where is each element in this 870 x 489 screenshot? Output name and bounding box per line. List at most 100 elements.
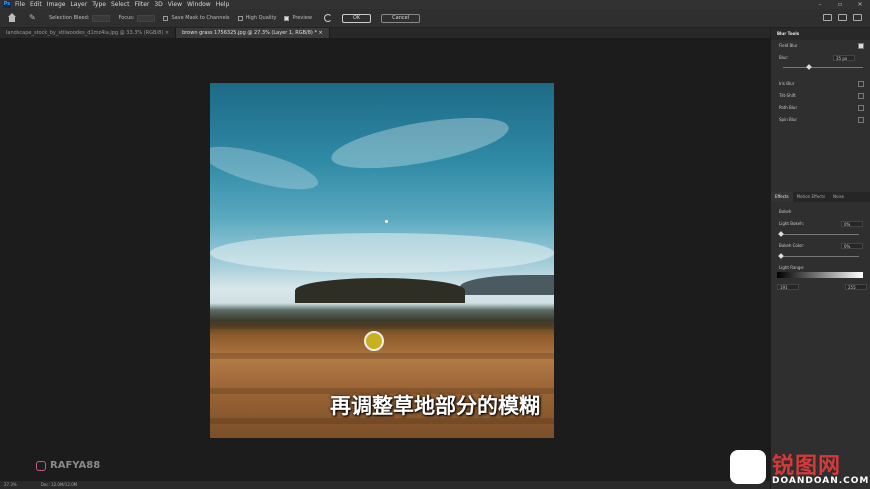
path-blur-row[interactable]: Path Blur (771, 102, 870, 114)
tilt-shift-checkbox[interactable] (858, 93, 864, 99)
menu-type[interactable]: Type (92, 1, 106, 8)
bokeh-row[interactable]: Bokeh (771, 206, 870, 218)
blur-slider-row (771, 64, 870, 72)
light-range-label: Light Range: (779, 265, 805, 270)
light-range-gradient[interactable] (777, 272, 863, 278)
blur-amount-row: Blur: 35 px (771, 52, 870, 64)
blur-amount-label: Blur: (779, 55, 789, 60)
path-blur-label: Path Blur (779, 105, 798, 110)
ok-button[interactable]: OK (341, 13, 372, 23)
blur-amount-input[interactable]: 35 px (833, 55, 855, 61)
cloud (210, 233, 554, 273)
iris-blur-label: Iris Blur (779, 81, 795, 86)
menu-file[interactable]: File (15, 1, 25, 8)
menu-select[interactable]: Select (111, 1, 130, 8)
focus-field[interactable]: Focus: (118, 14, 156, 22)
spin-blur-row[interactable]: Spin Blur (771, 114, 870, 126)
high-quality-checkbox[interactable] (237, 15, 243, 21)
light-range-high-input[interactable]: 255 (845, 284, 867, 290)
bokeh-color-slider-row (771, 252, 870, 262)
search-icon[interactable] (823, 14, 832, 21)
menu-bar: Ps File Edit Image Layer Type Select Fil… (0, 0, 870, 9)
focus-label: Focus: (118, 15, 135, 21)
cancel-button[interactable]: Cancel (381, 13, 421, 23)
minimize-button[interactable]: – (810, 0, 830, 9)
blur-slider[interactable] (783, 64, 863, 70)
high-quality-label: High Quality (245, 15, 277, 21)
blur-ring-cursor-icon[interactable] (364, 331, 384, 351)
cloud (327, 107, 513, 179)
document-image[interactable] (210, 83, 554, 438)
menu-help[interactable]: Help (216, 1, 230, 8)
menu-edit[interactable]: Edit (30, 1, 42, 8)
spin-blur-checkbox[interactable] (858, 117, 864, 123)
effects-tabs: Effects Motion Effects Noise (771, 192, 870, 202)
light-bokeh-label: Light Bokeh: (779, 221, 804, 226)
options-bar: ✎ Selection Bleed: Focus: Save Mask to C… (0, 9, 870, 28)
preview-label: Preview (292, 15, 312, 21)
save-mask-checkbox[interactable] (163, 15, 169, 21)
document-tabs: landscape_stock_by_stilwoodes_d1mz4ia.jp… (0, 28, 770, 38)
doc-size: Doc: 12.0M/12.0M (40, 482, 78, 487)
menu-image[interactable]: Image (47, 1, 66, 8)
grass-texture (210, 353, 554, 359)
close-button[interactable]: ✕ (850, 0, 870, 9)
tilt-shift-label: Tilt-Shift (779, 93, 796, 98)
selection-bleed-input[interactable] (92, 14, 111, 22)
field-blur-checkbox[interactable] (858, 43, 864, 49)
workspace-icon[interactable] (838, 14, 847, 21)
focus-input[interactable] (137, 14, 156, 22)
share-icon[interactable] (853, 14, 862, 21)
light-bokeh-knob[interactable] (778, 231, 784, 237)
pin-tool-icon[interactable]: ✎ (29, 13, 39, 23)
zoom-level[interactable]: 27.3% (4, 481, 17, 489)
high-quality-option[interactable]: High Quality (237, 15, 277, 21)
instagram-watermark: RAFYA88 (36, 460, 100, 471)
window-controls: – ▫ ✕ (810, 0, 870, 9)
light-bokeh-slider[interactable] (778, 231, 859, 237)
field-blur-label: Field Blur (779, 43, 798, 48)
menu-window[interactable]: Window (187, 1, 211, 8)
home-icon[interactable] (7, 13, 17, 23)
light-bokeh-slider-row (771, 230, 870, 240)
bokeh-color-slider[interactable] (778, 253, 859, 259)
selection-bleed-field[interactable]: Selection Bleed: (49, 14, 111, 22)
preview-option[interactable]: Preview (284, 15, 312, 21)
blur-tools-panel: Blur Tools Field Blur Blur: 35 px Iris B… (770, 28, 870, 489)
bokeh-color-input[interactable]: 0% (841, 243, 863, 249)
bokeh-color-label: Bokeh Color: (779, 243, 805, 248)
cloud (210, 137, 322, 199)
tab-motion-effects[interactable]: Motion Effects (793, 192, 829, 202)
light-bokeh-input[interactable]: 0% (841, 221, 863, 227)
light-range-low-input[interactable]: 191 (777, 284, 799, 290)
path-blur-checkbox[interactable] (858, 105, 864, 111)
undo-icon[interactable] (323, 14, 332, 22)
bokeh-color-knob[interactable] (778, 253, 784, 259)
hill (295, 278, 465, 303)
tab-effects[interactable]: Effects (771, 192, 793, 202)
save-mask-option[interactable]: Save Mask to Channels (163, 15, 230, 21)
iris-blur-checkbox[interactable] (858, 81, 864, 87)
tilt-shift-row[interactable]: Tilt-Shift (771, 90, 870, 102)
menu-view[interactable]: View (168, 1, 182, 8)
menu-layer[interactable]: Layer (70, 1, 87, 8)
spin-blur-label: Spin Blur (779, 117, 798, 122)
tab-noise[interactable]: Noise (829, 192, 848, 202)
site-name-en: DOANDOAN.COM (772, 476, 870, 486)
tab-brown-grass[interactable]: brown grass 1756325.jpg @ 27.3% (Layer 1… (176, 28, 330, 38)
menu-3d[interactable]: 3D (154, 1, 162, 8)
status-bar: 27.3% Doc: 12.0M/12.0M (0, 481, 770, 489)
preview-checkbox[interactable] (284, 15, 290, 21)
video-subtitle: 再调整草地部分的模糊 (330, 394, 540, 418)
blur-pin-handle[interactable] (384, 219, 389, 224)
photoshop-logo-icon: Ps (3, 1, 11, 8)
field-blur-row[interactable]: Field Blur (771, 40, 870, 52)
selection-bleed-label: Selection Bleed: (49, 15, 90, 21)
save-mask-label: Save Mask to Channels (171, 15, 230, 21)
maximize-button[interactable]: ▫ (830, 0, 850, 9)
menu-filter[interactable]: Filter (135, 1, 150, 8)
iris-blur-row[interactable]: Iris Blur (771, 78, 870, 90)
site-logo-icon (730, 450, 766, 484)
tab-landscape-stock[interactable]: landscape_stock_by_stilwoodes_d1mz4ia.jp… (0, 28, 177, 38)
blur-slider-knob[interactable] (806, 64, 812, 70)
